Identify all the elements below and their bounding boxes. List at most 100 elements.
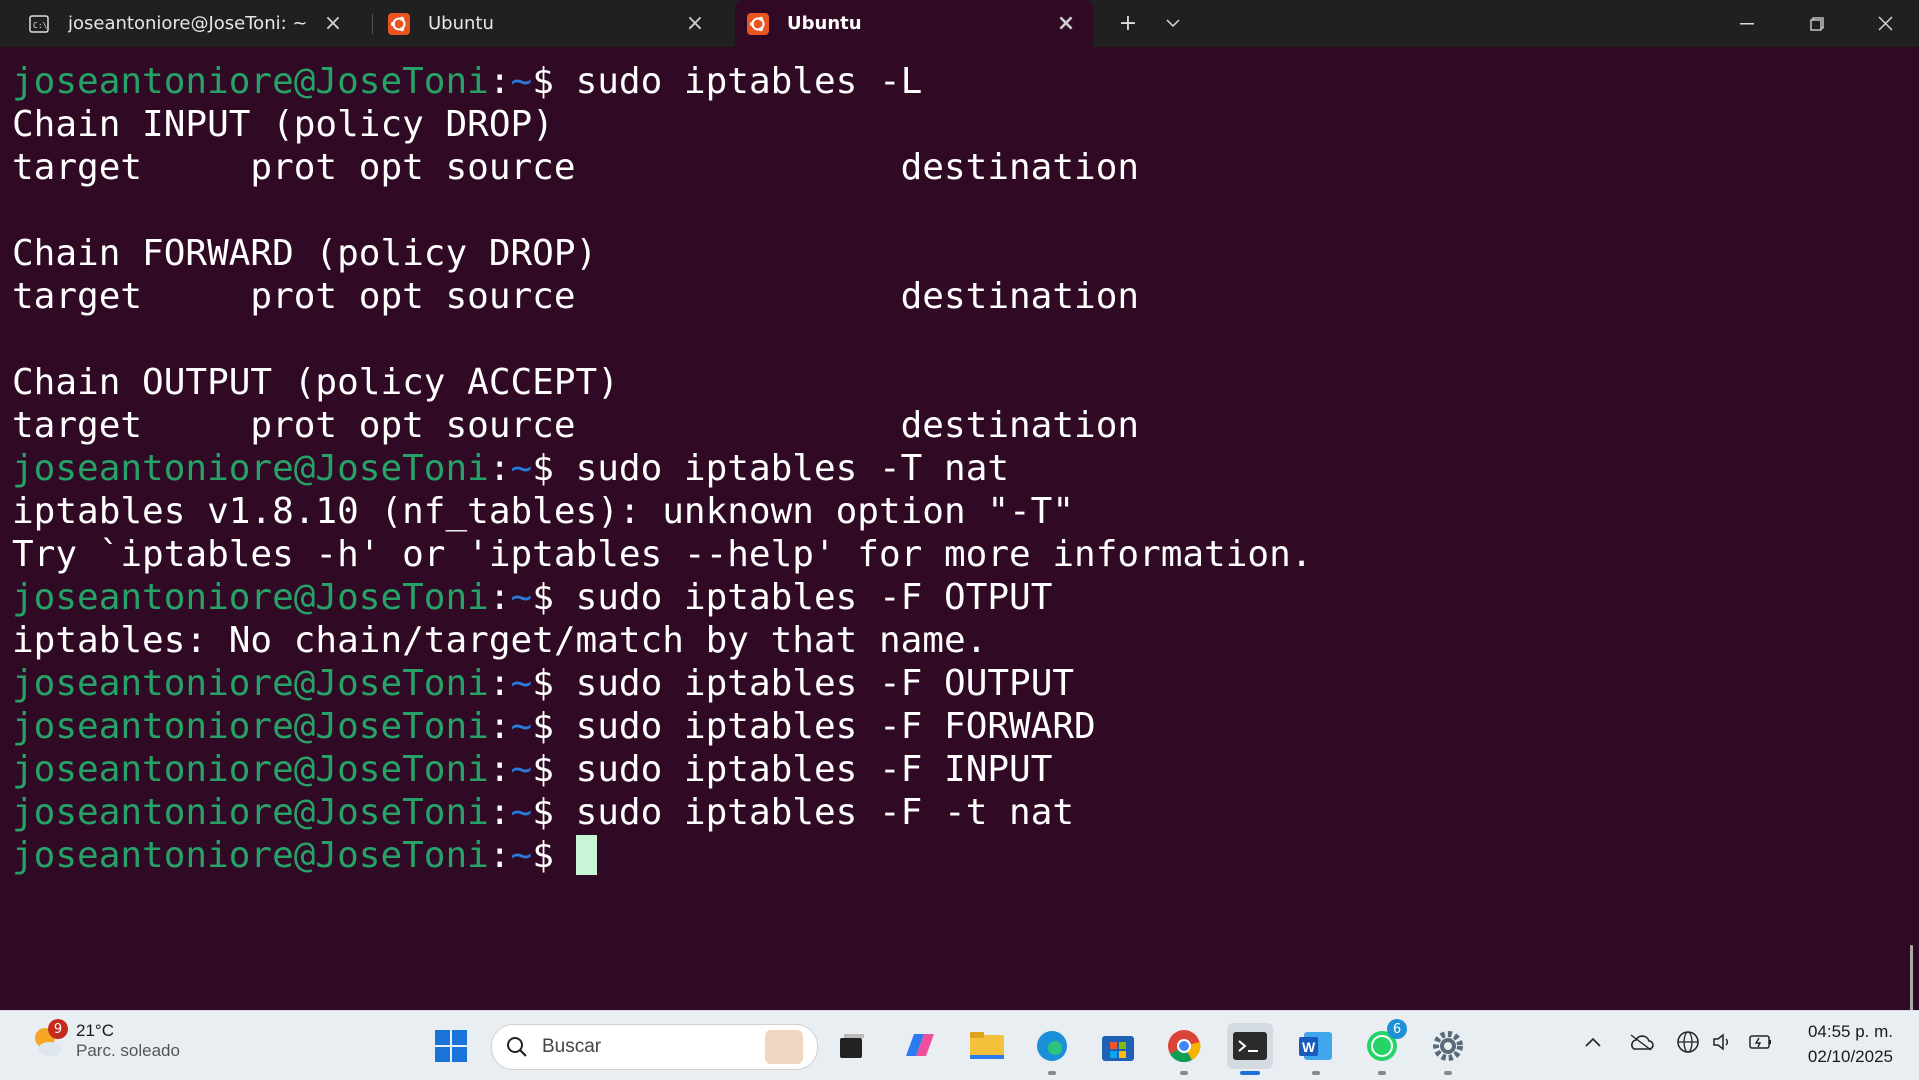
weather-condition: Parc. soleado — [76, 1041, 180, 1060]
prompt-colon: : — [488, 663, 511, 704]
output-line: target prot opt source destination — [12, 276, 1140, 317]
tab-ubuntu-1[interactable]: Ubuntu × — [360, 0, 722, 47]
running-indicator — [1180, 1071, 1188, 1075]
tab-ubuntu-2[interactable]: Ubuntu × — [735, 0, 1093, 47]
prompt-user: joseantoniore@JoseToni — [12, 706, 489, 747]
task-view-icon — [840, 1034, 864, 1058]
close-window-button[interactable] — [1860, 0, 1910, 47]
output-line: iptables v1.8.10 (nf_tables): unknown op… — [12, 491, 1075, 532]
copilot-icon — [906, 1034, 934, 1056]
tab-label: joseantoniore@JoseToni: ~ — [68, 13, 308, 34]
prompt-user: joseantoniore@JoseToni — [12, 663, 489, 704]
chrome-button[interactable] — [1161, 1023, 1207, 1075]
command-text: sudo iptables -F OTPUT — [575, 577, 1053, 618]
output-line: Chain FORWARD (policy DROP) — [12, 233, 598, 274]
prompt-user: joseantoniore@JoseToni — [12, 835, 489, 876]
search-highlight-icon — [765, 1030, 803, 1064]
prompt-line: joseantoniore@JoseToni:~$ sudo iptables … — [12, 447, 1312, 490]
prompt-colon: : — [488, 792, 511, 833]
battery-charging-icon — [1749, 1035, 1771, 1049]
onedrive-button[interactable] — [1626, 1027, 1656, 1057]
word-button[interactable]: W — [1293, 1023, 1339, 1075]
tab-label: Ubuntu — [787, 13, 862, 34]
output-line: Chain INPUT (policy DROP) — [12, 104, 554, 145]
terminal-button[interactable] — [1227, 1023, 1273, 1075]
running-indicator — [1048, 1071, 1056, 1075]
ubuntu-icon — [747, 12, 769, 35]
prompt-path: ~ — [510, 792, 533, 833]
prompt-path: ~ — [510, 835, 533, 876]
whatsapp-badge: 6 — [1387, 1019, 1407, 1039]
ubuntu-icon — [388, 12, 410, 35]
text-cursor — [575, 835, 597, 875]
prompt-line: joseantoniore@JoseToni:~$ sudo iptables … — [12, 662, 1312, 705]
command-text: sudo iptables -F FORWARD — [575, 706, 1096, 747]
prompt-colon: : — [488, 448, 511, 489]
task-view-button[interactable] — [829, 1023, 875, 1069]
prompt-path: ~ — [510, 577, 533, 618]
onedrive-cloud-icon — [1630, 1034, 1654, 1051]
edge-button[interactable] — [1029, 1023, 1075, 1075]
tab-dropdown-button[interactable] — [1150, 0, 1196, 47]
tab-close-icon[interactable]: × — [1055, 11, 1077, 36]
prompt-user: joseantoniore@JoseToni — [12, 61, 489, 102]
command-text: sudo iptables -F INPUT — [575, 749, 1053, 790]
search-icon — [507, 1037, 527, 1057]
prompt-dollar: $ — [532, 61, 576, 102]
battery-button[interactable] — [1745, 1027, 1775, 1057]
prompt-path: ~ — [510, 706, 533, 747]
start-button[interactable] — [428, 1023, 474, 1069]
tab-close-icon[interactable]: × — [684, 11, 706, 36]
prompt-path: ~ — [510, 448, 533, 489]
show-hidden-icons-button[interactable] — [1578, 1027, 1608, 1057]
tab-cmd[interactable]: C:\ joseantoniore@JoseToni: ~ × — [0, 0, 360, 47]
store-button[interactable] — [1095, 1023, 1141, 1069]
terminal-output: joseantoniore@JoseToni:~$ sudo iptables … — [12, 60, 1312, 877]
taskbar: 9 21°C Parc. soleado Buscar W 6 04:55 p.… — [0, 1010, 1919, 1080]
prompt-dollar: $ — [532, 835, 576, 876]
prompt-line: joseantoniore@JoseToni:~$ sudo iptables … — [12, 60, 1312, 103]
svg-text:C:\: C:\ — [33, 21, 48, 30]
prompt-path: ~ — [510, 61, 533, 102]
network-button[interactable] — [1673, 1027, 1703, 1057]
clock-time: 04:55 p. m. — [1807, 1022, 1893, 1041]
tab-label: Ubuntu — [428, 13, 494, 34]
minimize-button[interactable] — [1722, 0, 1772, 47]
output-line: Chain OUTPUT (policy ACCEPT) — [12, 362, 619, 403]
prompt-dollar: $ — [532, 706, 576, 747]
copilot-button[interactable] — [897, 1023, 943, 1069]
running-indicator — [1378, 1071, 1386, 1075]
windows-start-icon — [435, 1030, 467, 1062]
command-text: sudo iptables -L — [575, 61, 923, 102]
active-indicator — [1240, 1071, 1260, 1075]
system-clock[interactable]: 04:55 p. m. 02/10/2025 — [1808, 1019, 1893, 1069]
prompt-line: joseantoniore@JoseToni:~$ sudo iptables … — [12, 748, 1312, 791]
file-explorer-button[interactable] — [964, 1023, 1010, 1069]
microsoft-store-icon — [1102, 1036, 1134, 1061]
svg-text:W: W — [1302, 1039, 1316, 1055]
close-icon — [1878, 16, 1892, 31]
prompt-line: joseantoniore@JoseToni:~$ sudo iptables … — [12, 576, 1312, 619]
search-box[interactable]: Buscar — [491, 1024, 818, 1070]
search-placeholder: Buscar — [542, 1036, 602, 1057]
running-indicator — [1444, 1071, 1452, 1075]
tab-close-icon[interactable]: × — [322, 11, 344, 36]
new-tab-button[interactable]: + — [1105, 0, 1151, 47]
volume-button[interactable] — [1708, 1027, 1738, 1057]
prompt-dollar: $ — [532, 792, 576, 833]
weather-widget[interactable]: 9 21°C Parc. soleado — [28, 1019, 180, 1061]
command-text: sudo iptables -T nat — [575, 448, 1010, 489]
restore-button[interactable] — [1792, 0, 1842, 47]
chrome-icon — [1168, 1030, 1201, 1063]
prompt-user: joseantoniore@JoseToni — [12, 749, 489, 790]
command-text: sudo iptables -F -t nat — [575, 792, 1075, 833]
whatsapp-button[interactable]: 6 — [1359, 1019, 1407, 1075]
settings-button[interactable] — [1425, 1023, 1471, 1075]
terminal-area[interactable]: joseantoniore@JoseToni:~$ sudo iptables … — [0, 47, 1919, 1025]
prompt-dollar: $ — [532, 577, 576, 618]
globe-icon — [1677, 1031, 1699, 1053]
prompt-line: joseantoniore@JoseToni:~$ — [12, 834, 1312, 877]
prompt-path: ~ — [510, 749, 533, 790]
